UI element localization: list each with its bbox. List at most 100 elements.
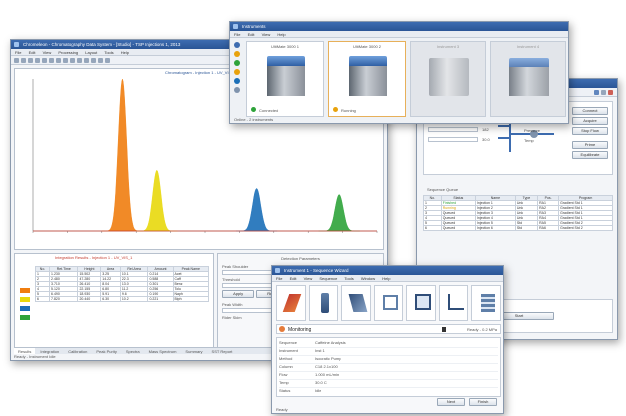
form-value[interactable]: 30.0 C — [315, 380, 327, 387]
instrument-icon[interactable] — [234, 51, 240, 57]
instruments-sidebar — [232, 40, 242, 116]
settings-icon[interactable] — [234, 87, 240, 93]
menu-help[interactable]: Help — [277, 32, 285, 37]
chromatogram-peak-2 — [136, 169, 178, 232]
menu-help[interactable]: Help — [121, 50, 129, 55]
chromatogram-peak-1 — [101, 78, 144, 232]
tab-summary[interactable]: Summary — [181, 348, 206, 354]
peak-icon[interactable] — [84, 57, 89, 63]
hplc-instrument-icon — [429, 58, 469, 96]
calibrate-icon[interactable] — [406, 285, 436, 321]
menu-sequence[interactable]: Sequence — [319, 276, 337, 281]
print-icon[interactable] — [28, 57, 33, 63]
menu-file[interactable]: File — [15, 50, 21, 55]
menu-tools[interactable]: Tools — [344, 276, 353, 281]
syringe-icon[interactable] — [341, 285, 371, 321]
next-button[interactable]: Next — [437, 398, 465, 406]
finish-button[interactable]: Finish — [469, 398, 497, 406]
refresh-icon[interactable] — [594, 89, 599, 95]
table-row[interactable]: 6 7.820 20.440 6.30 10.2 0.221 Biph — [34, 296, 210, 302]
menu-view[interactable]: View — [262, 32, 271, 37]
instrument-status: Running — [341, 108, 356, 113]
table-row[interactable]: 6 Queued Injection 6 Std RA6 Gradient Std 2 — [423, 225, 613, 231]
queue-table: No. Status Name Type Pos. Program 1 Finis… — [423, 195, 613, 231]
wizard-state-bar: Monitoring Ready - 0.2 MPa — [276, 324, 501, 334]
vial-icon[interactable] — [308, 285, 339, 321]
menu-edit[interactable]: Edit — [29, 50, 36, 55]
pipette-icon[interactable] — [276, 285, 306, 321]
settings-icon[interactable] — [601, 89, 606, 95]
instrument-card[interactable]: Instrument 3 — [410, 41, 486, 117]
menu-file[interactable]: File — [234, 32, 240, 37]
table-header: Integration Results - Injection 1 - UV_V… — [55, 255, 133, 260]
integrate-icon[interactable] — [70, 57, 75, 63]
form-value[interactable]: Inst 1 — [315, 348, 325, 355]
menu-edit[interactable]: Edit — [248, 32, 255, 37]
form-label: Status — [279, 388, 291, 393]
status-cell: Queued — [440, 225, 476, 231]
tab-mass-spectrum[interactable]: Mass Spectrum — [145, 348, 181, 354]
user-icon[interactable] — [234, 42, 240, 48]
stop-flow-button[interactable]: Stop Flow — [572, 127, 608, 135]
menu-processing[interactable]: Processing — [58, 50, 78, 55]
menu-view[interactable]: View — [43, 50, 52, 55]
instrument-card[interactable]: UltiMate 3000 2 Running — [328, 41, 406, 117]
temp-field[interactable] — [428, 137, 478, 142]
spectrum-icon[interactable] — [98, 57, 103, 63]
save-icon[interactable] — [21, 57, 26, 63]
menu-help[interactable]: Help — [382, 276, 390, 281]
baseline-icon[interactable] — [77, 57, 82, 63]
status-dot-running — [333, 107, 338, 112]
cell: Biph — [172, 296, 210, 302]
pressure-field[interactable] — [428, 127, 478, 132]
queue-title: Sequence Queue — [427, 187, 459, 192]
menu-view[interactable]: View — [304, 276, 313, 281]
state-label: Monitoring — [288, 327, 312, 333]
pressure-value: 182 — [482, 127, 489, 132]
chart-icon[interactable] — [438, 285, 469, 321]
tab-calibration[interactable]: Calibration — [64, 348, 91, 354]
archive-icon[interactable] — [471, 285, 502, 321]
app-icon — [275, 268, 280, 273]
autoscale-icon[interactable] — [63, 57, 68, 63]
legend-swatch-yellow — [20, 297, 30, 302]
report-icon[interactable] — [373, 285, 404, 321]
overlay-icon[interactable] — [91, 57, 96, 63]
sequence-icon[interactable] — [234, 60, 240, 66]
form-label: Instrument — [279, 348, 298, 353]
apply-button[interactable]: Apply — [222, 290, 255, 298]
cut-icon[interactable] — [35, 57, 40, 63]
open-icon[interactable] — [14, 57, 19, 63]
instrument-card[interactable]: UltiMate 3000 1 Connected — [246, 41, 324, 117]
tab-sst-report[interactable]: SST Report — [208, 348, 237, 354]
menu-window[interactable]: Window — [361, 276, 375, 281]
report-icon[interactable] — [234, 78, 240, 84]
prime-button[interactable]: Prime — [572, 141, 608, 149]
form-value[interactable]: Caffeine Analysis — [315, 340, 346, 347]
form-value[interactable]: Isocratic Pump — [315, 356, 341, 363]
zoom-in-icon[interactable] — [49, 57, 54, 63]
cell: Injection 6 — [474, 225, 516, 231]
close-icon[interactable] — [608, 89, 613, 95]
menu-file[interactable]: File — [276, 276, 282, 281]
form-value[interactable]: C18 2.1x100 — [315, 364, 338, 371]
tab-spectra[interactable]: Spectra — [122, 348, 144, 354]
connect-button[interactable]: Connect — [572, 107, 608, 115]
menu-edit[interactable]: Edit — [290, 276, 297, 281]
instruments-status: Online - 2 instruments — [234, 117, 274, 122]
temp-value: 30.0 — [482, 137, 490, 142]
acquire-button[interactable]: Acquire — [572, 117, 608, 125]
tab-peak-purity[interactable]: Peak Purity — [92, 348, 120, 354]
copy-icon[interactable] — [42, 57, 47, 63]
equilibrate-button[interactable]: Equilibrate — [572, 151, 608, 159]
report-icon[interactable] — [105, 57, 110, 63]
data-icon[interactable] — [234, 69, 240, 75]
menu-layout[interactable]: Layout — [85, 50, 97, 55]
form-value[interactable]: Idle — [315, 388, 321, 396]
instrument-card[interactable]: Instrument 4 — [490, 41, 566, 117]
zoom-out-icon[interactable] — [56, 57, 61, 63]
form-value[interactable]: 1.000 mL/min — [315, 372, 339, 379]
legend-swatch-green — [20, 315, 30, 320]
menu-tools[interactable]: Tools — [104, 50, 113, 55]
param-label: Pressure — [524, 128, 541, 133]
